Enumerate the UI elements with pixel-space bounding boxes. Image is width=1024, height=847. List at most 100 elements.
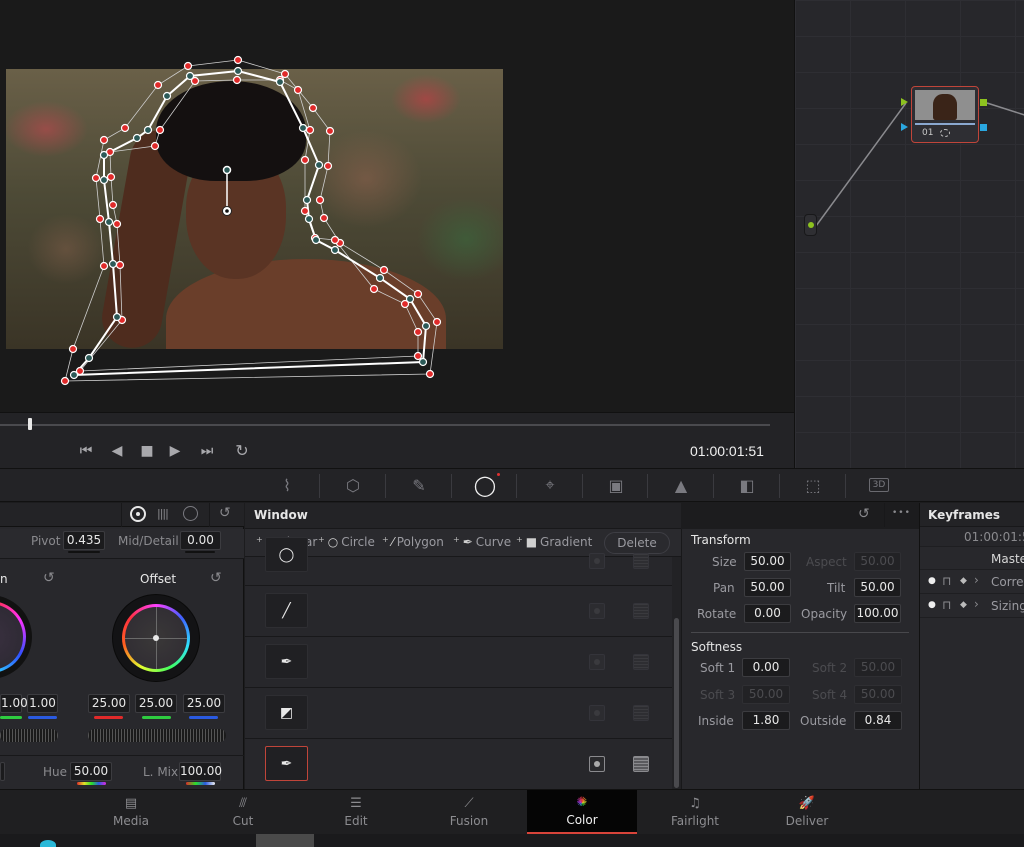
- keyframe-track-row[interactable]: ● ⊓ ◆ › Sizing: [920, 595, 1024, 618]
- add-gradient-window-button[interactable]: + ■ Gradient: [516, 535, 592, 550]
- window-list-item[interactable]: ✒: [245, 637, 672, 688]
- mid-detail-slider[interactable]: [185, 551, 215, 553]
- add-circle-window-button[interactable]: + ○ Circle: [318, 535, 375, 550]
- window-mask-toggle[interactable]: [633, 654, 649, 670]
- window-invert-toggle[interactable]: [589, 603, 605, 619]
- window-invert-toggle[interactable]: [589, 756, 605, 772]
- offset-color-wheel[interactable]: [112, 594, 200, 682]
- page-tab-edit[interactable]: ☰ Edit: [301, 790, 411, 834]
- linear-window-thumbnail[interactable]: ╱: [265, 593, 308, 628]
- stop-button[interactable]: ■: [137, 442, 157, 460]
- source-input-node[interactable]: [804, 214, 817, 236]
- add-curve-window-button[interactable]: + ✒ Curve: [453, 535, 511, 550]
- palette-key-button[interactable]: ◧: [714, 472, 780, 498]
- reset-offset-icon[interactable]: ↺: [210, 570, 222, 586]
- curve-window-thumbnail[interactable]: ✒: [265, 746, 308, 781]
- offset-blue-field[interactable]: 25.00: [183, 694, 225, 713]
- palette-blur-button[interactable]: ▲: [648, 472, 714, 498]
- gradient-window-thumbnail[interactable]: ◩: [265, 695, 308, 730]
- offset-green-field[interactable]: 25.00: [135, 694, 177, 713]
- window-invert-toggle[interactable]: [589, 654, 605, 670]
- page-tab-media[interactable]: ▤ Media: [76, 790, 186, 834]
- opacity-field[interactable]: 100.00: [854, 604, 901, 623]
- taskbar-active-item[interactable]: [256, 834, 314, 847]
- palette-qualifier-button[interactable]: ✎: [386, 472, 452, 498]
- page-tab-deliver[interactable]: 🚀 Deliver: [752, 790, 862, 834]
- window-list-item[interactable]: ✒: [245, 739, 672, 790]
- gain-master-wheel[interactable]: [0, 729, 58, 742]
- window-invert-toggle[interactable]: [589, 705, 605, 721]
- palette-3d-button[interactable]: 3D: [846, 472, 912, 498]
- tilt-field[interactable]: 50.00: [854, 578, 901, 597]
- corrector-node-01[interactable]: 01: [911, 86, 979, 143]
- pivot-slider[interactable]: [68, 551, 100, 553]
- palette-tracker-button[interactable]: ⌖: [517, 472, 583, 498]
- window-list-item[interactable]: ◯: [245, 537, 672, 586]
- outside-field[interactable]: 0.84: [854, 711, 902, 730]
- expand-chevron-icon[interactable]: ›: [974, 573, 979, 587]
- page-tab-fairlight[interactable]: ♫ Fairlight: [640, 790, 750, 834]
- window-list-scrollbar[interactable]: [674, 618, 679, 788]
- soft3-field[interactable]: 50.00: [742, 685, 790, 704]
- aspect-field[interactable]: 50.00: [854, 552, 901, 571]
- pivot-field[interactable]: 0.435: [63, 531, 105, 550]
- viewer-image[interactable]: [6, 69, 503, 349]
- primaries-bars-mode-icon[interactable]: ||||: [157, 507, 169, 520]
- soft2-field[interactable]: 50.00: [854, 658, 902, 677]
- gain-blue-field[interactable]: 1.00: [27, 694, 58, 713]
- offset-red-field[interactable]: 25.00: [88, 694, 130, 713]
- keyframe-diamond-icon[interactable]: ◆: [960, 600, 967, 610]
- node-rgb-input-port[interactable]: [901, 98, 908, 106]
- page-tab-fusion[interactable]: ⟋ Fusion: [414, 790, 524, 834]
- window-mask-toggle[interactable]: [633, 553, 649, 569]
- contrast-field[interactable]: [0, 762, 5, 781]
- offset-master-wheel[interactable]: [88, 729, 226, 742]
- scrub-bar[interactable]: [0, 424, 770, 426]
- pan-field[interactable]: 50.00: [744, 578, 791, 597]
- last-frame-button[interactable]: ⏭: [197, 442, 217, 460]
- expand-chevron-icon[interactable]: ›: [974, 597, 979, 611]
- inside-field[interactable]: 1.80: [742, 711, 790, 730]
- palette-curves-button[interactable]: ⌇: [254, 472, 320, 498]
- reverse-button[interactable]: ◀: [107, 442, 127, 460]
- reset-window-icon[interactable]: ↺: [858, 506, 870, 522]
- gain-green-field[interactable]: 1.00: [0, 694, 28, 713]
- window-invert-toggle[interactable]: [589, 553, 605, 569]
- window-mask-toggle[interactable]: [633, 756, 649, 772]
- window-list-item[interactable]: ╱: [245, 586, 672, 637]
- window-mask-toggle[interactable]: [633, 705, 649, 721]
- palette-window-button[interactable]: ◯: [452, 472, 518, 498]
- keyframe-diamond-icon[interactable]: ◆: [960, 576, 967, 586]
- first-frame-button[interactable]: ⏮: [76, 442, 96, 460]
- node-alpha-input-port[interactable]: [901, 123, 908, 131]
- palette-color-warper-button[interactable]: ⬡: [320, 472, 386, 498]
- add-polygon-window-button[interactable]: + ⁄ Polygon: [382, 535, 444, 550]
- palette-sizing-button[interactable]: ⬚: [780, 472, 846, 498]
- keyframe-track-row[interactable]: ● ⊓ ◆ › Corre: [920, 571, 1024, 594]
- loop-button[interactable]: ↻: [232, 442, 252, 460]
- reset-primaries-icon[interactable]: ↺: [219, 505, 231, 521]
- offset-wheel-puck[interactable]: [153, 635, 159, 641]
- log-wheels-mode-icon[interactable]: [183, 506, 198, 521]
- reset-gain-icon[interactable]: ↺: [43, 570, 55, 586]
- delete-window-button[interactable]: Delete: [604, 532, 670, 554]
- page-tab-color[interactable]: ✺ Color: [527, 790, 637, 834]
- more-options-icon[interactable]: •••: [892, 508, 911, 518]
- node-rgb-output-port[interactable]: [980, 99, 987, 106]
- window-mask-toggle[interactable]: [633, 603, 649, 619]
- taskbar-app-icon[interactable]: [40, 840, 56, 847]
- rotate-field[interactable]: 0.00: [744, 604, 791, 623]
- soft4-field[interactable]: 50.00: [854, 685, 902, 704]
- color-wheels-mode-icon[interactable]: [130, 506, 146, 522]
- window-list-item[interactable]: ◩: [245, 688, 672, 739]
- soft1-field[interactable]: 0.00: [742, 658, 790, 677]
- mid-detail-field[interactable]: 0.00: [180, 531, 221, 550]
- page-tab-cut[interactable]: ⫻ Cut: [188, 790, 298, 834]
- playhead-handle[interactable]: [27, 418, 32, 430]
- curve-window-thumbnail[interactable]: ✒: [265, 644, 308, 679]
- play-button[interactable]: ▶: [165, 442, 185, 460]
- lum-mix-field[interactable]: 100.00: [179, 762, 222, 781]
- circle-window-thumbnail[interactable]: ◯: [265, 537, 308, 572]
- hue-field[interactable]: 50.00: [70, 762, 112, 781]
- size-field[interactable]: 50.00: [744, 552, 791, 571]
